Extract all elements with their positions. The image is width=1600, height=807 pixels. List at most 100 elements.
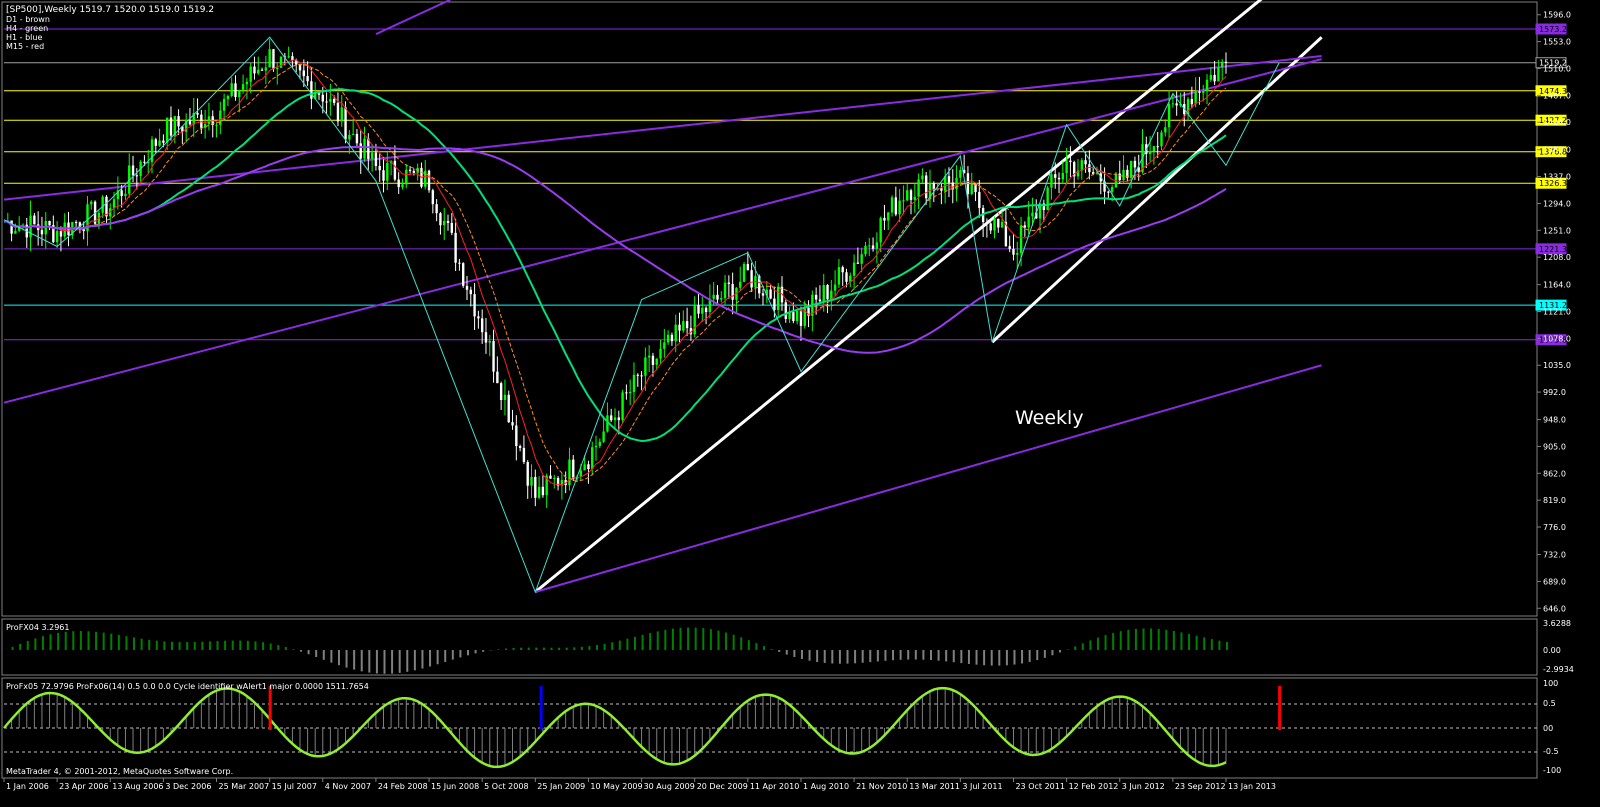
candle-body — [837, 267, 841, 285]
candle-body — [841, 267, 844, 273]
legend-h1: H1 - blue — [6, 33, 42, 42]
candle-body — [704, 307, 708, 313]
y-tick-label: 992.0 — [1543, 388, 1566, 397]
y-tick-label: 819.0 — [1543, 496, 1566, 505]
osc-bar — [687, 627, 690, 650]
candle-body — [617, 417, 620, 421]
y-tick-label: 1294.0 — [1543, 199, 1571, 208]
x-tick-label: 3 Dec 2006 — [165, 782, 211, 791]
osc-bar — [952, 650, 955, 663]
candle-body — [697, 305, 700, 314]
candle-body — [177, 116, 180, 127]
candle-body — [579, 470, 583, 477]
osc-bar — [254, 641, 257, 650]
candle-body — [1164, 127, 1167, 133]
osc-bar — [1096, 637, 1099, 650]
candle-body — [374, 152, 378, 166]
candle-body — [701, 307, 704, 314]
osc-bar — [542, 647, 545, 650]
y-tick-label: 1596.0 — [1543, 11, 1571, 20]
candle-body — [814, 294, 818, 300]
candle-body — [59, 230, 63, 237]
candle-body — [82, 229, 85, 232]
candle-body — [439, 213, 442, 226]
candle-body — [906, 190, 909, 201]
osc-bar — [269, 643, 272, 650]
osc-bar — [914, 650, 917, 660]
profx04-label: ProFX04 3.2961 — [6, 623, 70, 632]
osc-bar — [580, 646, 583, 650]
osc-bar — [360, 650, 363, 672]
candle-body — [473, 294, 476, 317]
osc-bar — [429, 650, 432, 667]
osc-bar — [846, 650, 849, 664]
x-tick-label: 15 Jul 2007 — [272, 782, 317, 791]
footer-copyright: MetaTrader 4, © 2001-2012, MetaQuotes So… — [6, 767, 233, 776]
osc-bar — [1066, 649, 1069, 650]
cycle-label: ProFx05 72.9796 ProFx06(14) 0.5 0.0 0.0 … — [6, 682, 369, 691]
candle-body — [856, 262, 860, 264]
osc-bar — [527, 647, 530, 650]
candle-body — [450, 222, 454, 233]
candle-body — [230, 83, 233, 97]
osc-bar — [64, 631, 67, 650]
candle-body — [63, 222, 66, 237]
candle-body — [249, 66, 252, 82]
osc-bar — [1134, 628, 1137, 650]
candle-body — [572, 459, 575, 480]
candle-body — [355, 133, 359, 144]
osc-bar — [785, 650, 788, 655]
weekly-annotation: Weekly — [1015, 407, 1084, 429]
osc-bar — [57, 632, 60, 650]
candle-body — [344, 107, 347, 140]
candle-body — [655, 358, 658, 365]
candle-body — [522, 447, 526, 463]
osc-bar — [907, 650, 910, 660]
candle-body — [143, 161, 146, 163]
candle-body — [401, 184, 404, 188]
candle-body — [833, 284, 837, 291]
osc-bar — [391, 650, 394, 674]
y-tick-label: 1553.0 — [1543, 38, 1571, 47]
osc-bar — [725, 632, 728, 650]
candle-body — [264, 67, 268, 71]
chart-canvas[interactable]: 1573.21519.21474.31427.21376.81326.31221… — [0, 0, 1600, 807]
candle-body — [868, 245, 871, 247]
candle-body — [14, 230, 17, 234]
osc-bar — [945, 650, 948, 662]
osc-bar — [163, 641, 166, 650]
candle-body — [913, 196, 917, 200]
symbol-header: [SP500],Weekly 1519.7 1520.0 1519.0 1519… — [6, 5, 214, 15]
candle-body — [640, 375, 643, 377]
candle-body — [1110, 187, 1114, 192]
legend-m15: M15 - red — [6, 42, 44, 51]
candle-body — [549, 475, 552, 479]
candle-body — [291, 56, 294, 61]
candle-body — [541, 486, 545, 496]
candle-body — [530, 476, 533, 486]
candle-body — [158, 140, 161, 146]
osc-bar — [512, 647, 515, 650]
candle-body — [852, 262, 856, 276]
candle-body — [431, 190, 435, 205]
osc-bar — [990, 650, 993, 666]
candle-body — [746, 263, 750, 271]
candle-body — [40, 230, 44, 235]
candle-body — [1061, 173, 1065, 180]
candle-body — [723, 282, 727, 299]
osc-bar — [451, 650, 454, 660]
candle-body — [336, 102, 340, 122]
candle-body — [1019, 225, 1023, 253]
candle-body — [989, 223, 992, 231]
candle-body — [207, 116, 211, 124]
candle-body — [985, 222, 989, 224]
osc-bar — [193, 641, 196, 650]
osc-bar — [1218, 640, 1221, 650]
y-tick-label: 948.0 — [1543, 416, 1566, 425]
candle-body — [511, 422, 514, 426]
cycle-tick-label: 00 — [1543, 724, 1553, 733]
x-tick-label: 23 Apr 2006 — [59, 782, 108, 791]
osc-bar — [1165, 629, 1168, 650]
osc-bar — [747, 640, 750, 650]
osc-bar — [1074, 646, 1077, 650]
